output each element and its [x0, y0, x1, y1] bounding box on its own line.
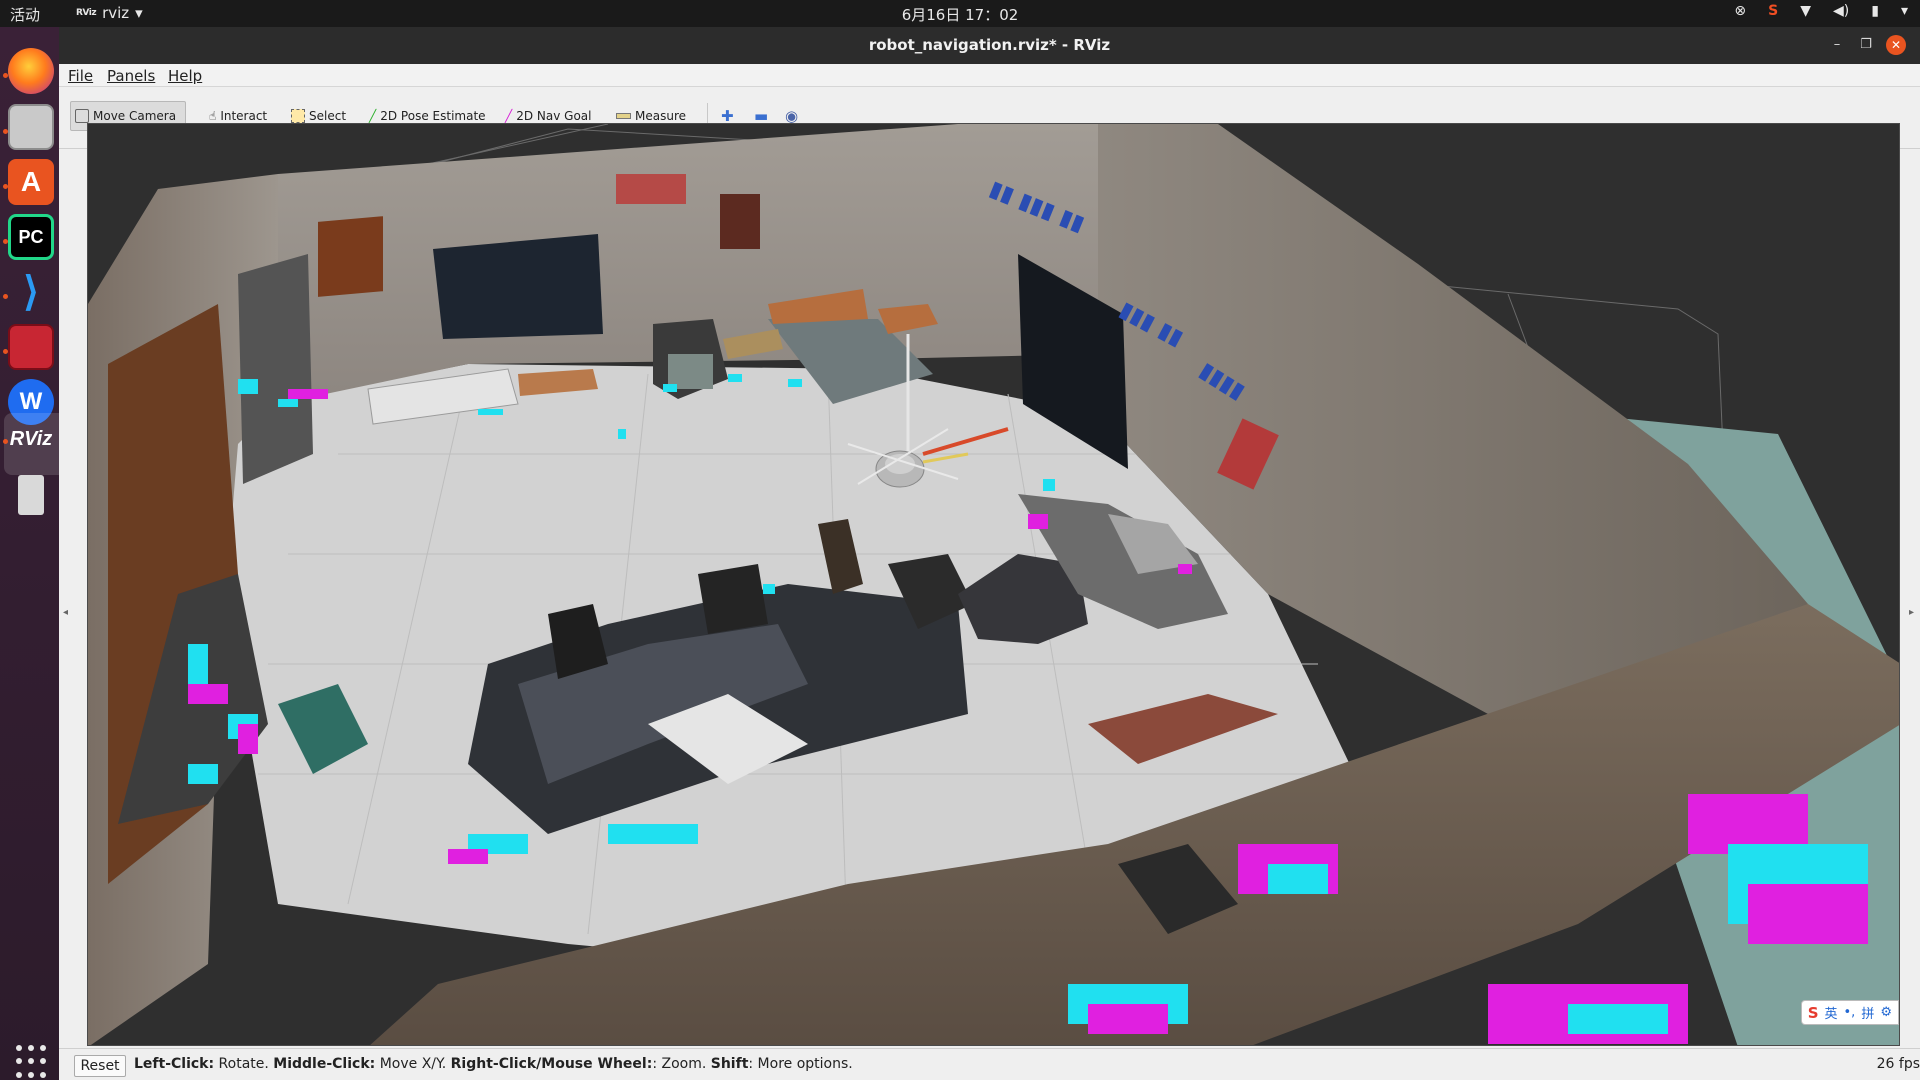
scene-render: ▮▮ ▮▮▮ ▮▮ ▮▮▮ ▮▮ ▮▮▮▮ — [88, 124, 1899, 1045]
presentation-icon[interactable] — [8, 324, 54, 370]
ime-lang[interactable]: 英 — [1825, 1003, 1838, 1022]
files-icon[interactable] — [8, 104, 54, 150]
top-panel: 活动 RViz rviz ▾ 6月16日 17：02 ⊗ S ▼ ◀) ▮ ▾ — [0, 0, 1920, 27]
dock: A PC ⟩ W RViz — [0, 27, 68, 1080]
pycharm-icon[interactable]: PC — [8, 214, 54, 260]
wifi-icon[interactable]: ▼ — [1800, 3, 1811, 19]
sogou-icon[interactable]: S — [1808, 1004, 1819, 1022]
right-dock-collapse-icon[interactable]: ▸ — [1909, 607, 1919, 621]
rviz-small-icon: RViz — [76, 8, 97, 18]
ime-mode[interactable]: 拼 — [1861, 1003, 1874, 1022]
menu-help[interactable]: Help — [168, 67, 202, 85]
system-tray[interactable]: ⊗ S ▼ ◀) ▮ ▾ — [1734, 3, 1908, 19]
firefox-icon[interactable] — [8, 48, 54, 94]
rviz-window: robot_navigation.rviz* - RViz – ❐ ✕ File… — [59, 27, 1920, 1080]
wall-tv — [433, 234, 603, 339]
statusbar: Reset Left-Click: Rotate. Middle-Click: … — [59, 1048, 1920, 1080]
vscode-icon[interactable]: ⟩ — [8, 269, 54, 315]
usb-drive-icon[interactable] — [18, 475, 44, 515]
hand-icon: ☝ — [209, 109, 217, 123]
left-dock-collapse-icon[interactable]: ◂ — [63, 607, 73, 621]
status-hint: Left-Click: Rotate. Middle-Click: Move X… — [134, 1056, 853, 1072]
magenta-arrow-icon: ╱ — [505, 109, 513, 123]
fps-counter: 26 fps — [1876, 1056, 1920, 1072]
menu-panels[interactable]: Panels — [107, 67, 155, 85]
close-button[interactable]: ✕ — [1886, 35, 1906, 55]
system-menu-chevron-icon[interactable]: ▾ — [1901, 3, 1908, 19]
show-apps-grid-icon[interactable] — [16, 1045, 50, 1079]
activities-button[interactable]: 活动 — [10, 4, 40, 25]
move-camera-icon — [75, 109, 89, 123]
volume-icon[interactable]: ◀) — [1833, 3, 1849, 19]
window-titlebar[interactable]: robot_navigation.rviz* - RViz – ❐ ✕ — [59, 27, 1920, 64]
no-network-icon[interactable]: ⊗ — [1734, 3, 1746, 19]
rviz-icon[interactable]: RViz — [8, 416, 54, 462]
minimize-button[interactable]: – — [1827, 35, 1847, 55]
select-box-icon — [291, 109, 305, 123]
render-viewport[interactable]: ▮▮ ▮▮▮ ▮▮ ▮▮▮ ▮▮ ▮▮▮▮ S 英 •, 拼 ⚙ — [87, 123, 1900, 1046]
software-center-icon[interactable]: A — [8, 159, 54, 205]
sogou-ime-icon[interactable]: S — [1768, 3, 1778, 19]
battery-icon[interactable]: ▮ — [1871, 3, 1879, 19]
punctuation-icon[interactable]: •, — [1844, 1005, 1856, 1020]
app-menu-label: rviz — [102, 4, 130, 22]
menu-file[interactable]: File — [68, 67, 93, 85]
restore-button[interactable]: ❐ — [1856, 35, 1876, 55]
settings-gear-icon[interactable]: ⚙ — [1880, 1005, 1892, 1020]
clock[interactable]: 6月16日 17：02 — [902, 6, 1019, 24]
menubar: File Panels Help — [59, 64, 1920, 87]
chevron-down-icon: ▾ — [135, 4, 143, 22]
ruler-icon — [616, 113, 631, 119]
reset-button[interactable]: Reset — [74, 1055, 126, 1077]
window-title: robot_navigation.rviz* - RViz — [868, 36, 1111, 54]
green-arrow-icon: ╱ — [369, 109, 377, 123]
app-menu[interactable]: RViz rviz ▾ — [76, 4, 143, 22]
ime-toolbar[interactable]: S 英 •, 拼 ⚙ — [1800, 1000, 1899, 1025]
